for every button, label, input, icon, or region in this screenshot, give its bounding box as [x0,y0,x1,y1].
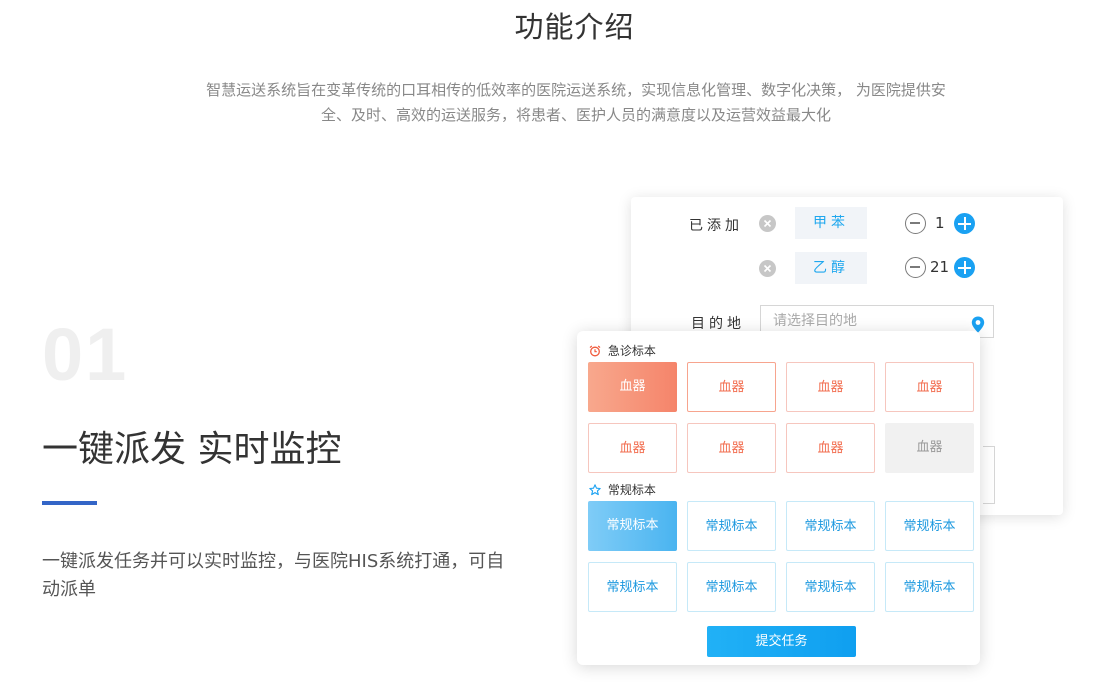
urgent-tile[interactable]: 血器 [885,362,974,412]
intro-line-2: 全、及时、高效的运送服务，将患者、医护人员的满意度以及运营效益最大化 [320,106,831,124]
feature-description: 一键派发任务并可以实时监控，与医院HIS系统打通，可自 动派单 [42,548,517,604]
item-qty-0: 1 [935,214,945,232]
urgent-tile[interactable]: 血器 [786,423,875,473]
feature-title: 一键派发 实时监控 [42,429,342,470]
partially-hidden-field [983,446,995,504]
increase-qty-1-plus-icon[interactable] [954,257,975,278]
decrease-qty-0-minus-icon[interactable] [905,213,926,234]
star-icon [589,484,601,499]
feature-number: 01 [42,313,129,396]
regular-tile[interactable]: 常规标本 [786,501,875,551]
regular-section-header: 常规标本 [589,481,656,499]
regular-tile[interactable]: 常规标本 [885,562,974,612]
urgent-specimen-grid: 血器 血器 血器 血器 血器 血器 血器 血器 [588,362,974,473]
urgent-tile[interactable]: 血器 [687,362,776,412]
urgent-tile-disabled: 血器 [885,423,974,473]
specimen-picker-card: 急诊标本 血器 血器 血器 血器 血器 血器 血器 血器 常规标本 常规标本 常… [577,331,980,665]
destination-label: 目的地 [691,316,745,332]
remove-item-1-icon[interactable] [759,260,776,277]
urgent-tile[interactable]: 血器 [588,423,677,473]
urgent-section-header: 急诊标本 [589,342,656,360]
regular-tile[interactable]: 常规标本 [885,501,974,551]
regular-tile[interactable]: 常规标本 [687,562,776,612]
regular-specimen-grid: 常规标本 常规标本 常规标本 常规标本 常规标本 常规标本 常规标本 常规标本 [588,501,974,612]
feature-description-line-1: 一键派发任务并可以实时监控，与医院HIS系统打通，可自 [42,551,505,572]
urgent-section-title: 急诊标本 [607,344,656,358]
feature-underline [42,501,97,505]
regular-tile[interactable]: 常规标本 [786,562,875,612]
item-qty-1: 21 [930,258,950,276]
item-chip-1: 乙醇 [795,252,867,284]
regular-section-title: 常规标本 [607,483,656,497]
decrease-qty-1-minus-icon[interactable] [905,257,926,278]
feature-description-line-2: 动派单 [42,579,96,600]
regular-tile[interactable]: 常规标本 [687,501,776,551]
regular-tile[interactable]: 常规标本 [588,562,677,612]
urgent-tile[interactable]: 血器 [786,362,875,412]
added-label: 已添加 [689,218,743,234]
page-title: 功能介绍 [514,10,635,44]
urgent-tile[interactable]: 血器 [687,423,776,473]
intro-line-1: 智慧运送系统旨在变革传统的口耳相传的低效率的医院运送系统，实现信息化管理、数字化… [206,81,946,99]
increase-qty-0-plus-icon[interactable] [954,213,975,234]
submit-task-button[interactable]: 提交任务 [707,626,856,657]
intro-text: 智慧运送系统旨在变革传统的口耳相传的低效率的医院运送系统，实现信息化管理、数字化… [180,78,972,128]
item-chip-0: 甲苯 [795,207,867,239]
regular-tile[interactable]: 常规标本 [588,501,677,551]
urgent-tile[interactable]: 血器 [588,362,677,412]
remove-item-0-icon[interactable] [759,215,776,232]
destination-placeholder: 请选择目的地 [773,313,857,329]
alarm-clock-icon [589,345,601,360]
